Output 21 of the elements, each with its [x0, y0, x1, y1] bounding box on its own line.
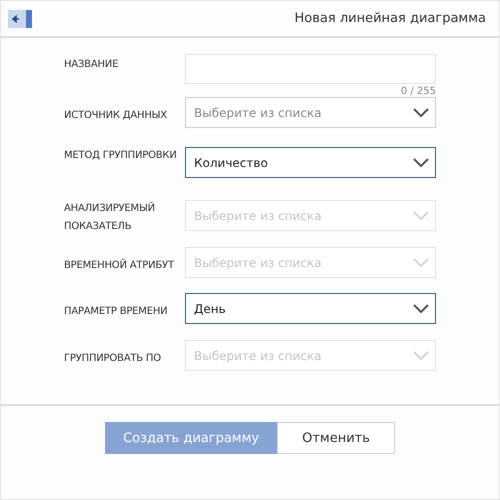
chevron-down-icon — [413, 108, 429, 118]
chevron-down-icon — [413, 304, 429, 314]
field-label: ВРЕМЕННОЙ АТРИБУТ — [64, 258, 176, 273]
field-label: ИСТОЧНИК ДАННЫХ — [64, 109, 168, 123]
field-label: ГРУППИРОВАТЬ ПО — [64, 352, 162, 366]
select-dropdown[interactable]: Количество — [185, 147, 436, 178]
cancel-button[interactable]: Отменить — [277, 422, 395, 454]
select-dropdown[interactable]: Выберите из списка — [185, 97, 436, 128]
field-label: НАЗВАНИЕ — [64, 58, 120, 72]
character-counter: 0 / 255 — [400, 86, 436, 97]
select-dropdown[interactable]: День — [185, 293, 436, 324]
dialog-title: Новая линейная диаграмма — [294, 11, 486, 26]
field-label: МЕТОД ГРУППИРОВКИ — [64, 149, 178, 163]
chevron-down-icon — [413, 258, 429, 268]
name-input[interactable] — [185, 54, 436, 84]
chevron-down-icon — [413, 158, 429, 168]
chevron-down-icon — [413, 350, 429, 360]
back-button[interactable] — [8, 10, 32, 28]
chevron-down-icon — [413, 210, 429, 220]
field-label: АНАЛИЗИРУЕМЫЙ ПОКАЗАТЕЛЬ — [64, 200, 156, 234]
field-label: ПАРАМЕТР ВРЕМЕНИ — [64, 305, 168, 319]
